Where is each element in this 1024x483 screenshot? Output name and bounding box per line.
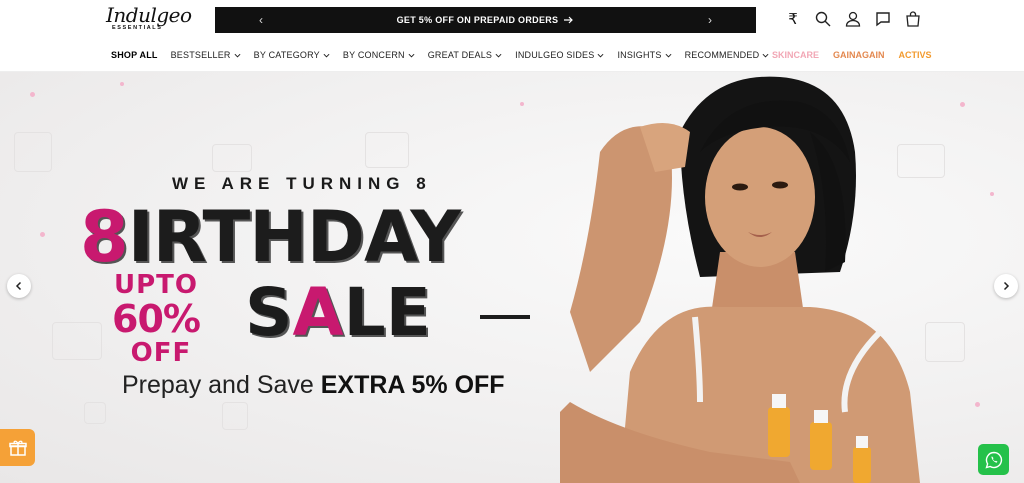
main-nav: SHOP ALL BESTSELLER BY CATEGORY BY CONCE…: [0, 40, 1024, 72]
nav-label: INDULGEO SIDES: [515, 50, 595, 60]
sale-le: LE: [343, 274, 431, 351]
promo-banner: ‹ GET 5% OFF ON PREPAID ORDERS ›: [215, 7, 756, 33]
confetti-dot: [40, 232, 45, 237]
nav-item-great-deals[interactable]: GREAT DEALS: [428, 50, 502, 60]
hero-birthday-text: 8IRTHDAY: [80, 196, 461, 278]
chevron-right-icon: [1003, 281, 1010, 291]
rupee-icon[interactable]: ₹: [784, 10, 802, 28]
hero-discount-badge: UPTO 60% OFF: [112, 270, 201, 368]
top-header: Indulgeo ESSENTIALS ‹ GET 5% OFF ON PREP…: [0, 0, 1024, 40]
whatsapp-button[interactable]: [978, 444, 1009, 475]
chevron-left-icon: [15, 281, 22, 291]
sale-underline: [480, 315, 530, 319]
birthday-rest: IRTHDAY: [127, 196, 461, 278]
chevron-down-icon: [597, 53, 604, 57]
nav-item-indulgeo-sides[interactable]: INDULGEO SIDES: [515, 50, 604, 60]
chevron-down-icon: [234, 53, 241, 57]
promo-message[interactable]: GET 5% OFF ON PREPAID ORDERS: [397, 15, 575, 25]
promo-next-arrow[interactable]: ›: [708, 13, 712, 27]
chevron-down-icon: [495, 53, 502, 57]
sale-s: S: [245, 274, 293, 351]
hero-prepay-text: Prepay and Save EXTRA 5% OFF: [122, 371, 505, 400]
header-icons: ₹: [784, 10, 922, 28]
off-text: OFF: [130, 338, 192, 368]
nav-item-bestseller[interactable]: BESTSELLER: [171, 50, 241, 60]
nav-item-by-category[interactable]: BY CATEGORY: [254, 50, 330, 60]
chevron-down-icon: [665, 53, 672, 57]
hero-next-button[interactable]: [994, 274, 1018, 298]
brand-links: SKINCARE GAINAGAIN ACTIVS: [772, 50, 932, 60]
hero-banner[interactable]: WE ARE TURNING 8 8IRTHDAY UPTO 60% OFF S…: [0, 72, 1024, 483]
logo-text: Indulgeo: [106, 3, 192, 27]
nav-label: INSIGHTS: [617, 50, 662, 60]
chevron-down-icon: [762, 53, 769, 57]
nav-list: SHOP ALL BESTSELLER BY CATEGORY BY CONCE…: [111, 50, 769, 60]
hero-turning-text: WE ARE TURNING 8: [172, 174, 432, 193]
confetti-dot: [960, 102, 965, 107]
nav-label: BESTSELLER: [170, 50, 231, 60]
upto-text: UPTO: [113, 270, 198, 300]
confetti-dot: [975, 402, 980, 407]
brand-link-gainagain[interactable]: GAINAGAIN: [833, 50, 885, 60]
gift-decoration: [222, 402, 248, 430]
nav-label: RECOMMENDED: [684, 50, 760, 60]
chevron-down-icon: [408, 53, 415, 57]
promo-message-text: GET 5% OFF ON PREPAID ORDERS: [396, 15, 559, 25]
cart-icon[interactable]: [904, 10, 922, 28]
cake-decoration: [14, 132, 52, 172]
nav-item-by-concern[interactable]: BY CONCERN: [343, 50, 415, 60]
brand-link-skincare[interactable]: SKINCARE: [772, 50, 819, 60]
prepay-bold: EXTRA 5% OFF: [320, 371, 505, 399]
chevron-down-icon: [323, 53, 330, 57]
sale-a: A: [292, 274, 344, 351]
birthday-eight: 8: [80, 196, 129, 278]
nav-item-recommended[interactable]: RECOMMENDED: [685, 50, 770, 60]
nav-label: GREAT DEALS: [427, 50, 493, 60]
gift-button[interactable]: [0, 429, 35, 466]
chat-icon[interactable]: [874, 10, 892, 28]
cake-decoration: [925, 322, 965, 362]
rupee-symbol: ₹: [788, 11, 798, 28]
hero-prev-button[interactable]: [7, 274, 31, 298]
brand-link-activs[interactable]: ACTIVS: [899, 50, 932, 60]
promo-prev-arrow[interactable]: ‹: [259, 13, 263, 27]
gift-decoration: [84, 402, 106, 424]
cake-decoration: [52, 322, 102, 360]
confetti-dot: [30, 92, 35, 97]
model-image: [560, 76, 920, 483]
percent-text: 60%: [112, 297, 201, 341]
confetti-dot: [990, 192, 994, 196]
nav-item-shop-all[interactable]: SHOP ALL: [111, 50, 158, 60]
hero-sale-text: SALE: [245, 277, 431, 349]
cake-decoration: [212, 144, 252, 172]
nav-label: BY CONCERN: [342, 50, 405, 60]
nav-label: SHOP ALL: [111, 50, 158, 60]
confetti-dot: [120, 82, 124, 86]
search-icon[interactable]: [814, 10, 832, 28]
nav-label: BY CATEGORY: [253, 50, 320, 60]
nav-item-insights[interactable]: INSIGHTS: [617, 50, 672, 60]
confetti-dot: [520, 102, 524, 106]
prepay-text: Prepay and Save: [122, 371, 314, 399]
site-logo[interactable]: Indulgeo ESSENTIALS: [106, 3, 192, 36]
gift-icon: [8, 440, 27, 456]
arrow-right-icon: [564, 16, 574, 24]
user-icon[interactable]: [844, 10, 862, 28]
whatsapp-icon: [984, 451, 1002, 469]
cake-decoration: [365, 132, 409, 168]
